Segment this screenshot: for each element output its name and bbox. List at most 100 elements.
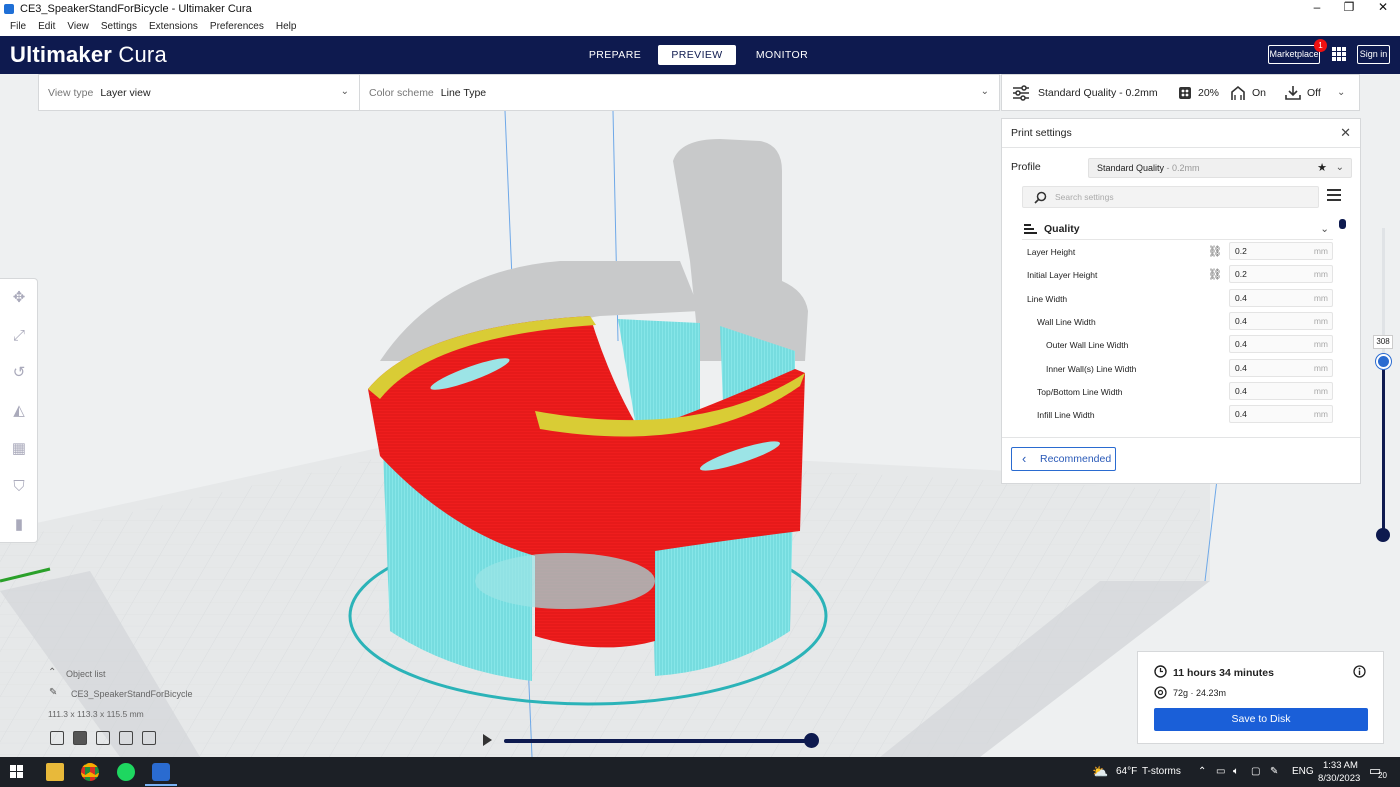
object-dimensions: 111.3 x 113.3 x 115.5 mm [48, 709, 144, 719]
menu-preferences[interactable]: Preferences [204, 21, 270, 32]
menu-edit[interactable]: Edit [32, 21, 61, 32]
close-icon[interactable]: ✕ [1340, 125, 1351, 141]
setting-value: 0.4 [1235, 315, 1247, 326]
scale-tool-icon[interactable]: ⤢ [10, 327, 28, 345]
color-scheme-select[interactable]: Color scheme Line Type ⌄ [360, 75, 999, 110]
clock-date[interactable]: 8/30/2023 [1318, 773, 1360, 784]
object-list-title[interactable]: Object list [66, 669, 106, 679]
stage-tab-monitor[interactable]: MONITOR [748, 45, 816, 65]
setting-value-input[interactable]: 0.4 mm [1229, 381, 1333, 400]
cura-taskbar-icon[interactable] [152, 763, 170, 781]
chrome-icon[interactable] [81, 763, 99, 781]
save-to-disk-button[interactable]: Save to Disk [1154, 708, 1368, 731]
stage-tab-preview[interactable]: PREVIEW [658, 45, 736, 65]
menu-file[interactable]: File [4, 21, 32, 32]
setting-value-input[interactable]: 0.2 mm [1229, 265, 1333, 284]
pen-icon[interactable]: ✎ [1270, 766, 1278, 777]
sign-in-button[interactable]: Sign in [1357, 45, 1390, 64]
network-icon[interactable]: ▭ [1216, 766, 1225, 777]
print-time: 11 hours 34 minutes [1173, 667, 1274, 679]
object-list: ⌃ Object list ✎ CE3_SpeakerStandForBicyc… [46, 667, 266, 752]
view-options-bar: View type Layer view ⌄ Color scheme Line… [38, 74, 1000, 111]
star-icon[interactable]: ★ [1317, 159, 1327, 177]
setting-value-input[interactable]: 0.4 mm [1229, 288, 1333, 307]
per-model-settings-icon[interactable]: ▦ [10, 440, 28, 458]
layer-slider-range [1382, 361, 1385, 536]
clock-time[interactable]: 1:33 AM [1323, 760, 1358, 771]
info-icon[interactable] [1353, 665, 1366, 678]
move-tool-icon[interactable]: ✥ [10, 289, 28, 307]
setting-row: Wall Line Width 0.4 mm [1002, 311, 1342, 332]
print-job-summary: 11 hours 34 minutes 72g · 24.23m Save to… [1137, 651, 1384, 744]
chevron-up-icon[interactable]: ⌃ [48, 667, 56, 678]
support-blocker-icon[interactable]: ⛉ [10, 478, 28, 496]
front-view-icon[interactable] [73, 731, 87, 745]
chevron-up-icon[interactable]: ⌃ [1198, 766, 1206, 777]
windows-start-icon[interactable] [10, 765, 28, 783]
setting-value-input[interactable]: 0.4 mm [1229, 358, 1333, 377]
rotate-tool-icon[interactable]: ↺ [10, 364, 28, 382]
layer-slider-lower-handle[interactable] [1376, 528, 1390, 542]
print-settings-title: Print settings [1011, 127, 1072, 139]
top-view-icon[interactable] [96, 731, 110, 745]
setting-value: 0.4 [1235, 292, 1247, 303]
pencil-icon[interactable]: ✎ [49, 687, 57, 698]
left-view-icon[interactable] [119, 731, 133, 745]
setting-value-input[interactable]: 0.4 mm [1229, 311, 1333, 330]
setting-value-input[interactable]: 0.4 mm [1229, 335, 1333, 354]
setting-row: Outer Wall Line Width 0.4 mm [1002, 335, 1342, 355]
3d-view-icon[interactable] [50, 731, 64, 745]
support-icon [1231, 85, 1245, 100]
apps-grid-icon[interactable] [1332, 47, 1346, 61]
custom-supports-icon[interactable]: ▮ [10, 516, 28, 534]
volume-icon[interactable]: 🔈︎ [1233, 766, 1239, 777]
spotify-icon[interactable] [117, 763, 135, 781]
menu-extensions[interactable]: Extensions [143, 21, 204, 32]
recommended-button[interactable]: ‹ Recommended [1011, 447, 1116, 471]
path-slider-track[interactable] [504, 739, 812, 743]
view-type-select[interactable]: View type Layer view ⌄ [39, 75, 360, 110]
stage-tab-prepare[interactable]: PREPARE [584, 45, 646, 65]
language-indicator[interactable]: ENG [1292, 766, 1314, 777]
weather-icon[interactable]: ⛅ [1092, 764, 1108, 780]
divider [1002, 437, 1360, 438]
setting-value: 0.4 [1235, 385, 1247, 396]
settings-visibility-menu-icon[interactable] [1327, 189, 1341, 203]
play-simulation-icon[interactable] [483, 734, 492, 746]
quality-category-header[interactable]: Quality ⌄ [1022, 220, 1333, 240]
current-layer-number[interactable]: 308 [1373, 335, 1393, 349]
weather-temp[interactable]: 64°F [1116, 766, 1137, 777]
menu-help[interactable]: Help [270, 21, 303, 32]
divider [1002, 147, 1360, 148]
menu-view[interactable]: View [61, 21, 95, 32]
minimize-button[interactable]: – [1300, 0, 1334, 17]
settings-list: Layer Height ⛓ 0.2 mm Initial Layer Height ⛓ 0… [1002, 242, 1347, 438]
setting-unit: mm [1313, 409, 1328, 420]
weather-desc[interactable]: T-storms [1142, 766, 1181, 777]
print-setup-selector[interactable]: Standard Quality - 0.2mm 20% On Off ⌄ [1001, 74, 1360, 111]
search-settings-input[interactable]: Search settings [1022, 186, 1319, 208]
settings-scrollbar-thumb[interactable] [1339, 219, 1346, 229]
active-app-indicator [145, 784, 177, 786]
file-explorer-icon[interactable] [46, 763, 64, 781]
display-icon[interactable]: ▢ [1251, 766, 1260, 777]
right-view-icon[interactable] [142, 731, 156, 745]
mirror-tool-icon[interactable]: ◭ [10, 402, 28, 420]
layer-slider-upper-handle[interactable] [1376, 354, 1391, 369]
object-name[interactable]: CE3_SpeakerStandForBicycle [71, 689, 193, 699]
path-slider-handle[interactable] [804, 733, 819, 748]
clock-icon [1154, 665, 1167, 678]
profile-select[interactable]: Standard Quality - 0.2mm ★ ⌄ [1088, 158, 1352, 178]
print-profile-label: Standard Quality - 0.2mm [1038, 86, 1158, 99]
link-icon[interactable]: ⛓ [1208, 245, 1222, 258]
link-icon[interactable]: ⛓ [1208, 268, 1222, 281]
close-window-button[interactable]: ✕ [1366, 0, 1400, 17]
left-toolbar: ✥ ⤢ ↺ ◭ ▦ ⛉ ▮ [0, 278, 38, 543]
marketplace-button[interactable]: Marketplace [1268, 45, 1320, 64]
cura-app-icon [4, 3, 14, 14]
menu-settings[interactable]: Settings [95, 21, 143, 32]
setting-value-input[interactable]: 0.4 mm [1229, 405, 1333, 424]
setting-value-input[interactable]: 0.2 mm [1229, 242, 1333, 260]
setting-label: Outer Wall Line Width [1046, 340, 1129, 351]
restore-button[interactable]: ❐ [1332, 0, 1366, 17]
